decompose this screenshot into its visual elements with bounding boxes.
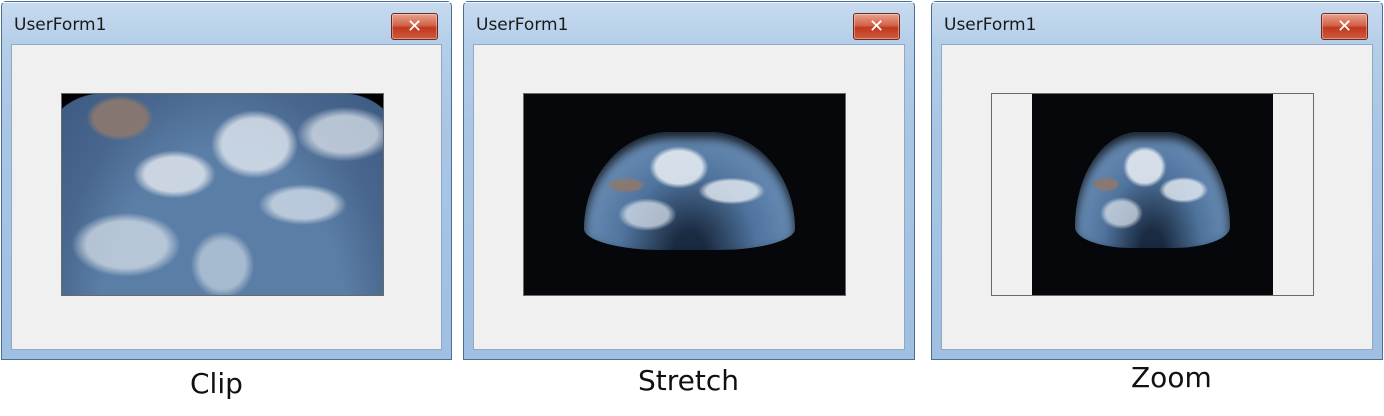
form-client-area	[11, 44, 442, 350]
close-icon: ✕	[868, 16, 885, 37]
window-title: UserForm1	[476, 15, 569, 35]
userform-window-stretch: UserForm1 ✕	[463, 1, 915, 360]
space-corner	[62, 94, 102, 154]
space-background	[1032, 94, 1273, 295]
close-icon: ✕	[406, 16, 423, 37]
image-control-stretch[interactable]	[523, 93, 846, 296]
caption-stretch: Stretch	[638, 364, 739, 397]
earth-image	[584, 132, 795, 250]
earth-image	[62, 94, 383, 295]
image-control-clip[interactable]	[61, 93, 384, 296]
form-client-area	[941, 44, 1373, 350]
userform-window-zoom: UserForm1 ✕	[931, 1, 1383, 360]
image-control-zoom[interactable]	[991, 93, 1314, 296]
userform-window-clip: UserForm1 ✕	[1, 1, 452, 360]
close-icon: ✕	[1336, 16, 1353, 37]
caption-zoom: Zoom	[1131, 361, 1212, 394]
window-title: UserForm1	[944, 15, 1037, 35]
close-button[interactable]: ✕	[1321, 13, 1368, 40]
caption-clip: Clip	[190, 367, 243, 400]
close-button[interactable]: ✕	[853, 13, 900, 40]
form-client-area	[473, 44, 905, 350]
space-background	[524, 94, 845, 295]
earth-image	[1075, 132, 1230, 248]
space-corner	[343, 94, 383, 154]
close-button[interactable]: ✕	[391, 13, 438, 40]
window-title: UserForm1	[14, 15, 107, 35]
